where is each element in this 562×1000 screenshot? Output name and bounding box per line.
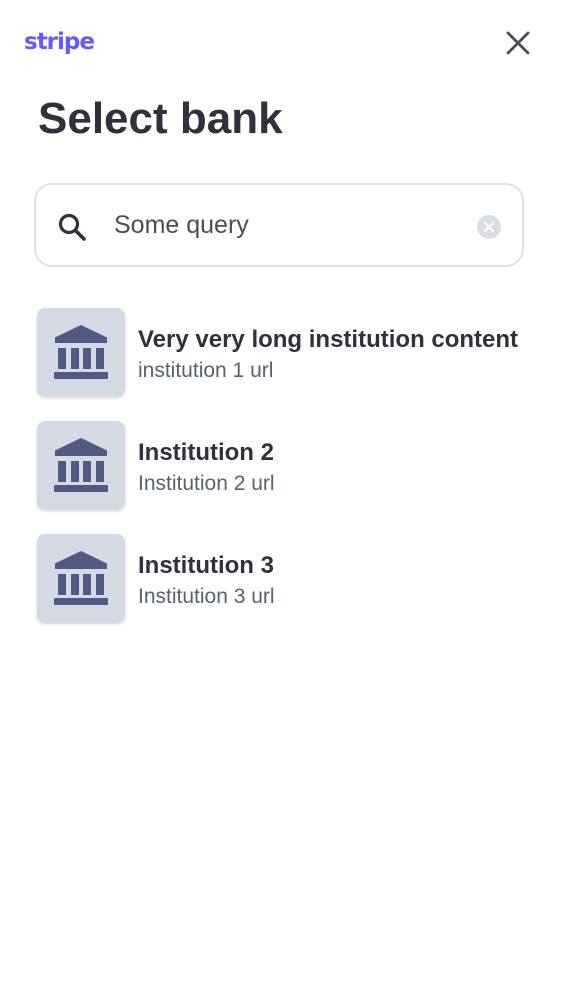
institution-item[interactable]: Institution 2 Institution 2 url bbox=[36, 421, 526, 509]
institution-url: institution 1 url bbox=[138, 359, 274, 382]
top-bar: stripe bbox=[0, 0, 562, 88]
institution-name: Institution 3 bbox=[138, 552, 274, 579]
institution-item[interactable]: Very very long institution content insti… bbox=[36, 308, 526, 396]
close-icon bbox=[506, 31, 530, 55]
institution-list: Very very long institution content insti… bbox=[36, 308, 526, 647]
institution-url: Institution 2 url bbox=[138, 472, 275, 495]
bank-icon bbox=[54, 551, 108, 605]
clear-search-button[interactable] bbox=[476, 214, 502, 240]
bank-logo-tile bbox=[37, 534, 125, 622]
stripe-logo: stripe bbox=[24, 29, 95, 55]
search-icon bbox=[58, 213, 86, 241]
bank-icon bbox=[54, 325, 108, 379]
page-title: Select bank bbox=[38, 94, 283, 143]
search-input[interactable] bbox=[114, 205, 464, 245]
bank-logo-tile bbox=[37, 308, 125, 396]
search-box[interactable] bbox=[34, 183, 524, 267]
institution-item[interactable]: Institution 3 Institution 3 url bbox=[36, 534, 526, 622]
institution-name: Very very long institution content bbox=[138, 326, 519, 353]
bank-icon bbox=[54, 438, 108, 492]
institution-name: Institution 2 bbox=[138, 439, 274, 466]
bank-logo-tile bbox=[37, 421, 125, 509]
institution-url: Institution 3 url bbox=[138, 585, 275, 608]
close-button[interactable] bbox=[500, 25, 536, 61]
